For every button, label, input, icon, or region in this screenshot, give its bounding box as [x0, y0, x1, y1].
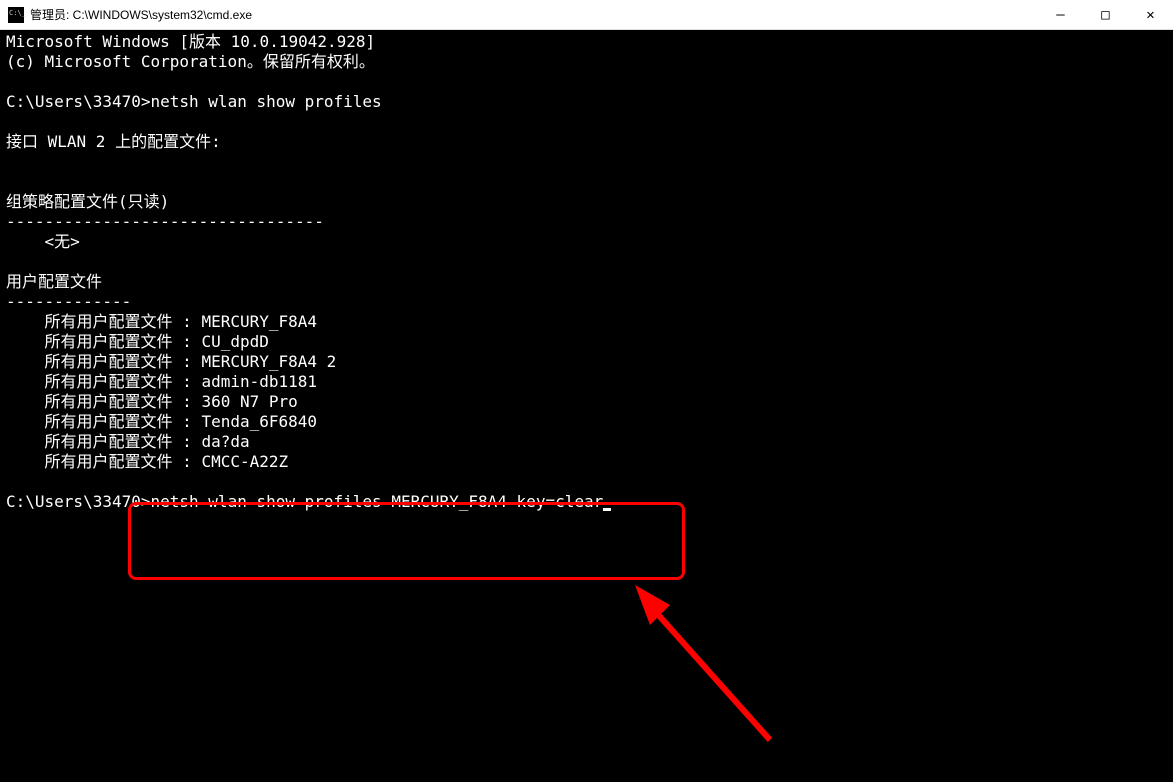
minimize-button[interactable]: —	[1038, 0, 1083, 29]
divider: ---------------------------------	[6, 212, 324, 231]
profile-value: MERCURY_F8A4	[201, 312, 317, 331]
profile-label: 所有用户配置文件 :	[6, 332, 201, 351]
profile-label: 所有用户配置文件 :	[6, 352, 201, 371]
titlebar[interactable]: 管理员: C:\WINDOWS\system32\cmd.exe — □ ✕	[0, 0, 1173, 30]
profile-label: 所有用户配置文件 :	[6, 392, 201, 411]
cmd-icon	[8, 7, 24, 23]
profile-value: CU_dpdD	[201, 332, 268, 351]
group-policy-none: <无>	[6, 232, 80, 251]
profile-value: Tenda_6F6840	[201, 412, 317, 431]
divider: -------------	[6, 292, 131, 311]
prompt: C:\Users\33470>	[6, 492, 151, 511]
window-controls: — □ ✕	[1038, 0, 1173, 29]
prompt: C:\Users\33470>	[6, 92, 151, 111]
close-button[interactable]: ✕	[1128, 0, 1173, 29]
profile-value: CMCC-A22Z	[201, 452, 288, 471]
window-title: 管理员: C:\WINDOWS\system32\cmd.exe	[30, 6, 252, 23]
interface-header: 接口 WLAN 2 上的配置文件:	[6, 132, 221, 151]
command-input: netsh wlan show profiles MERCURY_F8A4 ke…	[151, 492, 604, 511]
version-line: Microsoft Windows [版本 10.0.19042.928]	[6, 32, 375, 51]
profile-value: admin-db1181	[201, 372, 317, 391]
user-profiles-header: 用户配置文件	[6, 272, 102, 291]
command-input: netsh wlan show profiles	[151, 92, 382, 111]
copyright-line: (c) Microsoft Corporation。保留所有权利。	[6, 52, 375, 71]
profile-label: 所有用户配置文件 :	[6, 432, 201, 451]
profile-value: 360 N7 Pro	[201, 392, 297, 411]
maximize-button[interactable]: □	[1083, 0, 1128, 29]
annotation-arrow	[620, 570, 790, 750]
profile-value: MERCURY_F8A4 2	[201, 352, 336, 371]
profile-label: 所有用户配置文件 :	[6, 372, 201, 391]
profile-label: 所有用户配置文件 :	[6, 312, 201, 331]
profile-label: 所有用户配置文件 :	[6, 412, 201, 431]
profile-value: da?da	[201, 432, 249, 451]
profile-label: 所有用户配置文件 :	[6, 452, 201, 471]
cursor	[603, 508, 611, 511]
terminal-area[interactable]: Microsoft Windows [版本 10.0.19042.928] (c…	[0, 30, 1173, 514]
group-policy-header: 组策略配置文件(只读)	[6, 192, 169, 211]
